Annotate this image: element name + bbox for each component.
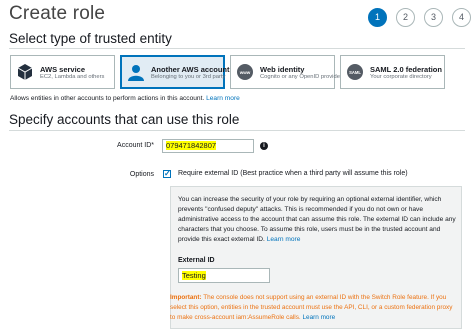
card-subtitle: Cognito or any OpenID provider [260,73,342,80]
card-web-identity[interactable]: www Web identity Cognito or any OpenID p… [230,55,342,89]
saml-icon: SAML [345,62,365,82]
important-label: Important: [170,294,202,301]
card-subtitle: Belonging to you or 3rd party [151,73,226,80]
card-saml-federation[interactable]: SAML SAML 2.0 federation Your corporate … [340,55,445,89]
card-subtitle: EC2, Lambda and others [40,73,105,80]
divider [9,48,465,49]
learn-more-link[interactable]: Learn more [206,95,240,102]
card-title: Web identity [260,64,305,74]
learn-more-link[interactable]: Learn more [267,236,301,243]
description-text: You can increase the security of your ro… [178,196,456,243]
card-subtitle: Your corporate directory [370,73,432,80]
divider [9,130,465,131]
trusted-entity-cards: AWS service EC2, Lambda and others Anoth… [10,55,445,89]
require-external-id-label: Require external ID (Best practice when … [178,170,408,177]
step-1[interactable]: 1 [368,8,387,27]
www-icon: www [235,62,255,82]
options-label: Options [129,171,154,178]
card-title: AWS service [40,64,86,74]
trusted-entity-help: Allows entities in other accounts to per… [10,95,240,102]
step-2[interactable]: 2 [396,8,415,27]
help-text: Allows entities in other accounts to per… [10,95,205,102]
learn-more-link[interactable]: Learn more [302,314,335,321]
external-id-input[interactable]: Testing [178,268,270,283]
account-id-label: Account ID* [117,142,154,149]
external-id-label: External ID [178,257,215,264]
card-another-aws-account[interactable]: Another AWS account Belonging to you or … [120,55,230,89]
svg-text:SAML: SAML [349,70,361,75]
section-title-trusted-entity: Select type of trusted entity [9,31,172,46]
external-id-description: You can increase the security of your ro… [178,195,458,245]
require-external-id-checkbox[interactable]: ✓ [163,170,171,178]
card-aws-service[interactable]: AWS service EC2, Lambda and others [10,55,115,89]
card-title: SAML 2.0 federation [370,64,442,74]
account-id-value: 079471842807 [166,141,217,150]
step-3[interactable]: 3 [424,8,443,27]
step-4[interactable]: 4 [452,8,471,27]
account-id-input[interactable]: 079471842807 [162,139,254,153]
external-id-value: Testing [182,271,206,280]
card-title: Another AWS account [151,64,230,74]
user-icon [126,62,146,82]
important-notice: Important: The console does not support … [170,293,455,323]
cube-icon [15,62,35,82]
svg-text:www: www [239,70,251,75]
section-title-accounts: Specify accounts that can use this role [9,112,240,127]
page-title: Create role [9,3,106,24]
info-icon[interactable]: i [260,142,268,150]
step-indicator: 1 2 3 4 [368,8,471,27]
